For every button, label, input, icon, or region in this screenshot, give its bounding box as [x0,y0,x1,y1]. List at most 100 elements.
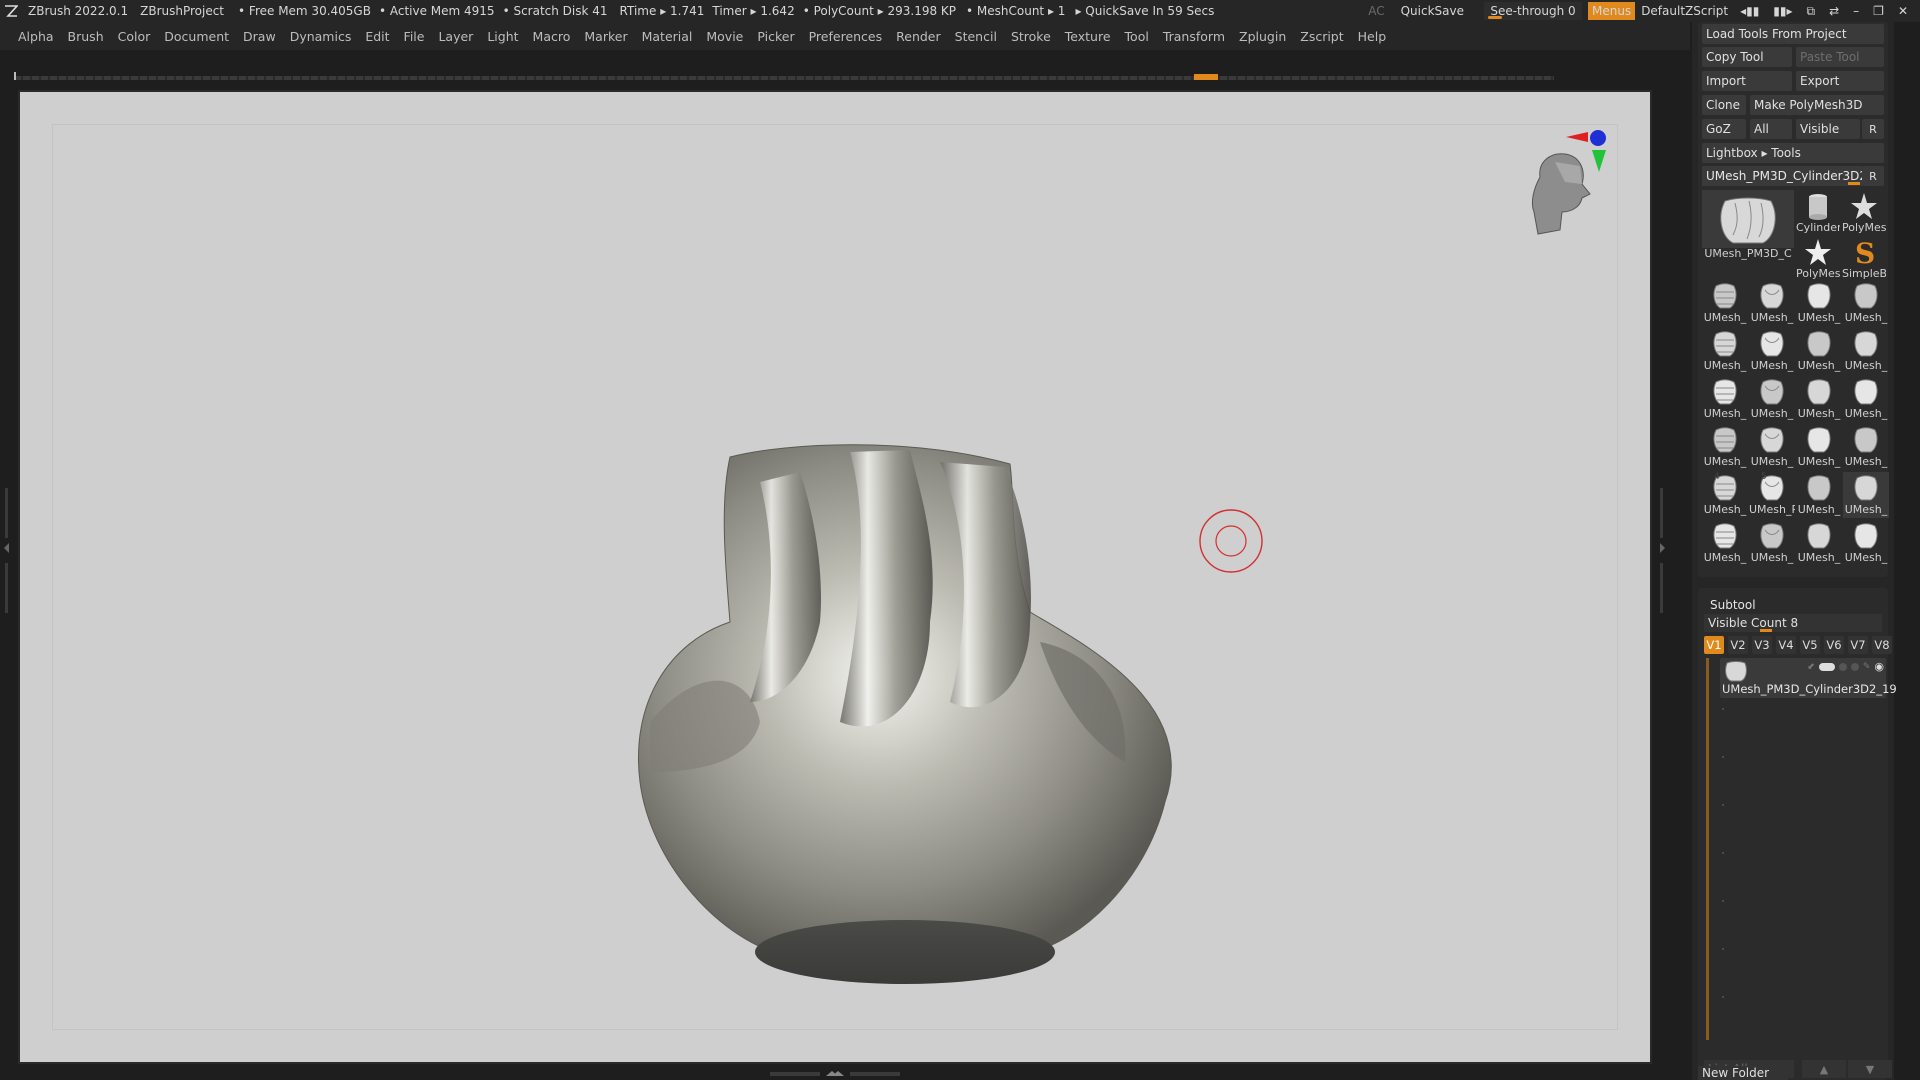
menu-zplugin[interactable]: Zplugin [1239,29,1286,44]
menu-draw[interactable]: Draw [243,29,276,44]
subtool-title[interactable]: Subtool [1710,598,1756,612]
current-tool-slider[interactable]: UMesh_PM3D_Cylinder3D2_1 [1702,166,1862,186]
see-through-slider[interactable]: See-through 0 [1483,2,1582,20]
umesh-tool-thumb[interactable]: UMesh_ [1796,472,1842,518]
menu-movie[interactable]: Movie [706,29,743,44]
subtool-arrow-icon[interactable]: ⬋ [1807,662,1815,672]
menu-file[interactable]: File [404,29,425,44]
subtool-mask-icon[interactable] [1838,662,1847,671]
umesh-tool-thumb[interactable]: UMesh_ [1749,280,1795,326]
menu-macro[interactable]: Macro [533,29,571,44]
menu-edit[interactable]: Edit [365,29,389,44]
umesh-tool-thumb[interactable]: 4 UMesh_ [1702,472,1748,518]
menu-transform[interactable]: Transform [1163,29,1225,44]
new-folder-button[interactable]: New Folder [1698,1066,1788,1080]
lightbox-tools-button[interactable]: Lightbox ▸ Tools [1702,143,1884,163]
umesh-tool-thumb[interactable]: UMesh_ [1702,376,1748,422]
umesh-tool-thumb[interactable]: UMesh_ [1702,280,1748,326]
menus-toggle[interactable]: Menus [1587,2,1636,20]
polymesh-tool-thumb[interactable]: PolyMes [1796,236,1840,280]
visibility-set-v4[interactable]: V4 [1776,636,1796,654]
umesh-tool-thumb[interactable]: UMesh_ [1843,328,1889,374]
visibility-set-v6[interactable]: V6 [1824,636,1844,654]
cylinder-tool-thumb[interactable]: Cylinder [1796,190,1840,234]
make-polymesh-button[interactable]: Make PolyMesh3D [1750,95,1884,115]
default-zscript-button[interactable]: DefaultZScript [1641,4,1728,18]
current-tool-thumbnail[interactable]: UMesh_PM3D_C [1702,190,1794,262]
move-down-button[interactable]: ▼ [1848,1060,1892,1078]
subtool-row[interactable]: ⬋ ✎ ◉ UMesh_PM3D_Cylinder3D2_19 [1720,658,1897,698]
menu-picker[interactable]: Picker [757,29,794,44]
umesh-tool-thumb[interactable]: UMesh_ [1702,520,1748,566]
visible-count-slider[interactable]: Visible Count 8 [1704,614,1882,632]
umesh-tool-thumb[interactable]: UMesh_ [1796,424,1842,470]
menu-light[interactable]: Light [487,29,518,44]
menu-texture[interactable]: Texture [1065,29,1111,44]
umesh-tool-thumb[interactable]: UMesh_ [1796,280,1842,326]
left-tray-handle[interactable] [2,488,12,618]
menu-material[interactable]: Material [642,29,693,44]
menu-stencil[interactable]: Stencil [955,29,997,44]
visibility-set-v7[interactable]: V7 [1848,636,1868,654]
copy-tool-button[interactable]: Copy Tool [1702,47,1792,67]
sculpted-mesh[interactable] [610,342,1200,992]
visibility-set-v8[interactable]: V8 [1872,636,1892,654]
menu-preferences[interactable]: Preferences [809,29,883,44]
quicksave-button[interactable]: QuickSave [1401,4,1464,18]
visibility-set-v2[interactable]: V2 [1728,636,1748,654]
menu-tool[interactable]: Tool [1125,29,1149,44]
menu-dynamics[interactable]: Dynamics [290,29,352,44]
tray-left-icon[interactable]: ◂▮▮ [1740,4,1759,18]
visibility-set-v5[interactable]: V5 [1800,636,1820,654]
umesh-tool-thumb[interactable]: UMesh_ [1702,328,1748,374]
clone-button[interactable]: Clone [1702,95,1746,115]
menu-zscript[interactable]: Zscript [1300,29,1343,44]
menu-help[interactable]: Help [1358,29,1387,44]
tool-r-button[interactable]: R [1862,166,1884,186]
umesh-tool-thumb[interactable]: 5 UMesh_PM3D_C [1749,472,1795,518]
polymesh-star-tool-thumb[interactable]: PolyMes [1842,190,1886,234]
subtool-brush-icon[interactable]: ✎ [1863,662,1871,672]
timeline-track[interactable] [14,72,1554,82]
umesh-tool-thumb[interactable]: UMesh_ [1843,280,1889,326]
menu-render[interactable]: Render [896,29,941,44]
umesh-tool-thumb[interactable]: UMesh_ [1796,376,1842,422]
menu-marker[interactable]: Marker [584,29,627,44]
umesh-tool-thumb[interactable]: UMesh_ [1702,424,1748,470]
umesh-tool-thumb[interactable]: UMesh_ [1796,520,1842,566]
paste-tool-button[interactable]: Paste Tool [1796,47,1884,67]
goz-all-button[interactable]: All [1750,119,1792,139]
umesh-tool-thumb[interactable]: UMesh_ [1843,376,1889,422]
goz-button[interactable]: GoZ [1702,119,1746,139]
umesh-tool-thumb[interactable]: UMesh_ [1749,520,1795,566]
tray-right-icon[interactable]: ▮▮▸ [1773,4,1792,18]
menu-color[interactable]: Color [118,29,151,44]
menu-layer[interactable]: Layer [438,29,473,44]
umesh-tool-thumb[interactable]: UMesh_ [1749,328,1795,374]
document-canvas[interactable] [18,90,1652,1064]
goz-r-button[interactable]: R [1862,119,1884,139]
project-name[interactable]: ZBrushProject [140,4,224,18]
umesh-tool-thumb[interactable]: UMesh_ [1749,424,1795,470]
bottom-tray-handle[interactable] [770,1070,900,1078]
subtool-scrollbar[interactable] [1706,658,1709,1040]
timeline-marker[interactable] [1194,74,1218,80]
simplebrush-tool-thumb[interactable]: S SimpleB [1842,236,1886,280]
visibility-set-v3[interactable]: V3 [1752,636,1772,654]
menu-document[interactable]: Document [164,29,229,44]
right-tray-handle[interactable] [1657,488,1667,618]
menu-alpha[interactable]: Alpha [18,29,54,44]
import-button[interactable]: Import [1702,71,1792,91]
menu-brush[interactable]: Brush [68,29,104,44]
minimize-icon[interactable]: – [1853,4,1859,18]
umesh-tool-thumb[interactable]: UMesh_ [1843,520,1889,566]
umesh-tool-thumb[interactable]: UMesh_ [1843,472,1889,518]
swap-icon[interactable]: ⇄ [1829,4,1839,18]
ac-toggle[interactable]: AC [1368,4,1384,18]
move-up-button[interactable]: ▲ [1802,1060,1846,1078]
umesh-tool-thumb[interactable]: UMesh_ [1796,328,1842,374]
layout-icon[interactable]: ⧉ [1807,4,1816,19]
umesh-tool-thumb[interactable]: UMesh_ [1843,424,1889,470]
load-tools-button[interactable]: Load Tools From Project [1702,24,1884,44]
visibility-set-v1[interactable]: V1 [1704,636,1724,654]
